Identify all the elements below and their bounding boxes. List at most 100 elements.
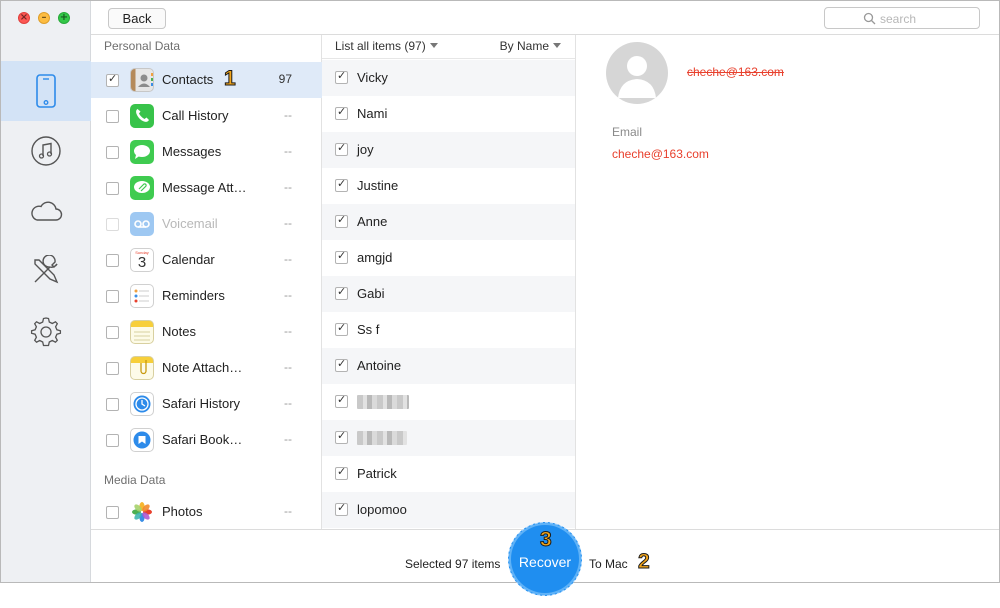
category-checkbox[interactable] xyxy=(106,290,119,303)
category-label: Messages xyxy=(162,144,222,159)
back-button[interactable]: Back xyxy=(108,8,166,29)
item-checkbox[interactable]: ✓ xyxy=(335,105,348,120)
category-checkbox[interactable] xyxy=(106,362,119,375)
category-notes[interactable]: Notes -- xyxy=(91,314,322,350)
item-name: Anne xyxy=(357,214,388,229)
category-checkbox[interactable] xyxy=(106,326,119,339)
list-item[interactable]: ✓ Anne xyxy=(322,204,575,240)
destination-label[interactable]: To Mac xyxy=(589,557,628,571)
calendar-icon: Sunday 3 xyxy=(130,248,154,272)
note-attachment-icon xyxy=(130,356,154,380)
category-safari-history[interactable]: Safari History -- xyxy=(91,386,322,422)
item-checkbox[interactable]: ✓ xyxy=(335,501,348,516)
minimize-icon: – xyxy=(41,12,47,23)
zoom-button[interactable]: + xyxy=(58,12,70,24)
list-item[interactable]: ✓ xyxy=(322,384,575,420)
reminders-icon xyxy=(130,284,154,308)
category-voicemail[interactable]: Voicemail -- xyxy=(91,206,322,242)
list-item[interactable]: ✓ Antoine xyxy=(322,348,575,384)
safari-bookmark-icon xyxy=(130,428,154,452)
list-item[interactable]: ✓ Vicky xyxy=(322,60,575,96)
avatar xyxy=(606,42,668,104)
item-checkbox[interactable]: ✓ xyxy=(335,321,348,336)
search-input[interactable]: search xyxy=(824,7,980,29)
item-checkbox[interactable]: ✓ xyxy=(335,213,348,228)
category-checkbox[interactable] xyxy=(106,110,119,123)
list-item[interactable]: ✓ xyxy=(322,420,575,456)
item-checkbox[interactable]: ✓ xyxy=(335,249,348,264)
rail-item-itunes[interactable] xyxy=(1,121,91,181)
rail-item-tools[interactable] xyxy=(1,241,91,301)
contacts-icon xyxy=(130,68,154,92)
category-count: -- xyxy=(284,108,292,122)
sort-dropdown[interactable]: By Name xyxy=(500,39,561,53)
list-item[interactable]: ✓ joy xyxy=(322,132,575,168)
item-name: Gabi xyxy=(357,286,385,301)
category-safari-bookmarks[interactable]: Safari Book… -- xyxy=(91,422,322,458)
item-checkbox[interactable]: ✓ xyxy=(335,465,348,480)
category-count: -- xyxy=(284,180,292,194)
list-item[interactable]: ✓ Justine xyxy=(322,168,575,204)
category-messages[interactable]: Messages -- xyxy=(91,134,322,170)
list-item[interactable]: ✓ amgjd xyxy=(322,240,575,276)
item-checkbox[interactable]: ✓ xyxy=(335,393,348,408)
photos-icon xyxy=(130,500,154,524)
category-count: -- xyxy=(284,324,292,338)
list-item[interactable]: ✓ Patrick xyxy=(322,456,575,492)
music-icon xyxy=(31,136,61,166)
rail-item-icloud[interactable] xyxy=(1,181,91,241)
section-media-data: Media Data xyxy=(104,473,166,487)
close-icon: × xyxy=(19,12,29,23)
category-calendar[interactable]: Sunday 3 Calendar -- xyxy=(91,242,322,278)
category-note-attachments[interactable]: Note Attach… -- xyxy=(91,350,322,386)
minimize-button[interactable]: – xyxy=(38,12,50,24)
category-label: Calendar xyxy=(162,252,215,267)
sidebar-rail: × – + xyxy=(1,1,91,582)
category-label: Safari History xyxy=(162,396,241,411)
item-checkbox[interactable]: ✓ xyxy=(335,429,348,444)
category-checkbox[interactable] xyxy=(106,254,119,267)
category-label: Reminders xyxy=(162,288,225,303)
list-item[interactable]: ✓ Ss f xyxy=(322,312,575,348)
category-reminders[interactable]: Reminders -- xyxy=(91,278,322,314)
chevron-down-icon xyxy=(553,43,561,48)
item-checkbox[interactable]: ✓ xyxy=(335,141,348,156)
message-attachment-icon xyxy=(130,176,154,200)
tools-icon xyxy=(34,255,59,284)
safari-history-icon xyxy=(130,392,154,416)
category-label: Photos xyxy=(162,504,203,519)
category-checkbox[interactable] xyxy=(106,434,119,447)
category-label: Voicemail xyxy=(162,216,218,231)
category-call-history[interactable]: Call History -- xyxy=(91,98,322,134)
toolbar: Back search xyxy=(91,1,999,35)
category-count: -- xyxy=(284,504,292,518)
item-checkbox[interactable]: ✓ xyxy=(335,285,348,300)
category-checkbox[interactable] xyxy=(106,218,119,231)
category-checkbox[interactable] xyxy=(106,146,119,159)
item-checkbox[interactable]: ✓ xyxy=(335,177,348,192)
category-label: Notes xyxy=(162,324,196,339)
close-button[interactable]: × xyxy=(18,12,30,24)
category-checkbox[interactable] xyxy=(106,398,119,411)
category-photos[interactable]: Photos -- xyxy=(91,494,322,530)
category-checkbox[interactable] xyxy=(106,506,119,519)
rail-item-settings[interactable] xyxy=(1,301,91,361)
category-contacts[interactable]: ✓ Contacts 97 1 xyxy=(91,62,322,98)
category-checkbox[interactable]: ✓ xyxy=(106,72,119,87)
category-count: -- xyxy=(284,432,292,446)
list-filter-dropdown[interactable]: List all items (97) xyxy=(335,39,438,53)
item-checkbox[interactable]: ✓ xyxy=(335,69,348,84)
category-count: -- xyxy=(284,396,292,410)
item-checkbox[interactable]: ✓ xyxy=(335,357,348,372)
item-name: Vicky xyxy=(357,70,388,85)
list-item[interactable]: ✓ Gabi xyxy=(322,276,575,312)
list-item[interactable]: ✓ Nami xyxy=(322,96,575,132)
annotation-step-3: 3 xyxy=(540,528,553,552)
person-icon xyxy=(618,56,656,98)
section-personal-data: Personal Data xyxy=(104,39,181,53)
rail-item-device[interactable] xyxy=(1,61,91,121)
category-message-attachments[interactable]: Message Att… -- xyxy=(91,170,322,206)
category-checkbox[interactable] xyxy=(106,182,119,195)
app-window: × – + Back search Personal Data ✓ Contac… xyxy=(0,0,1000,583)
item-name: amgjd xyxy=(357,250,393,265)
